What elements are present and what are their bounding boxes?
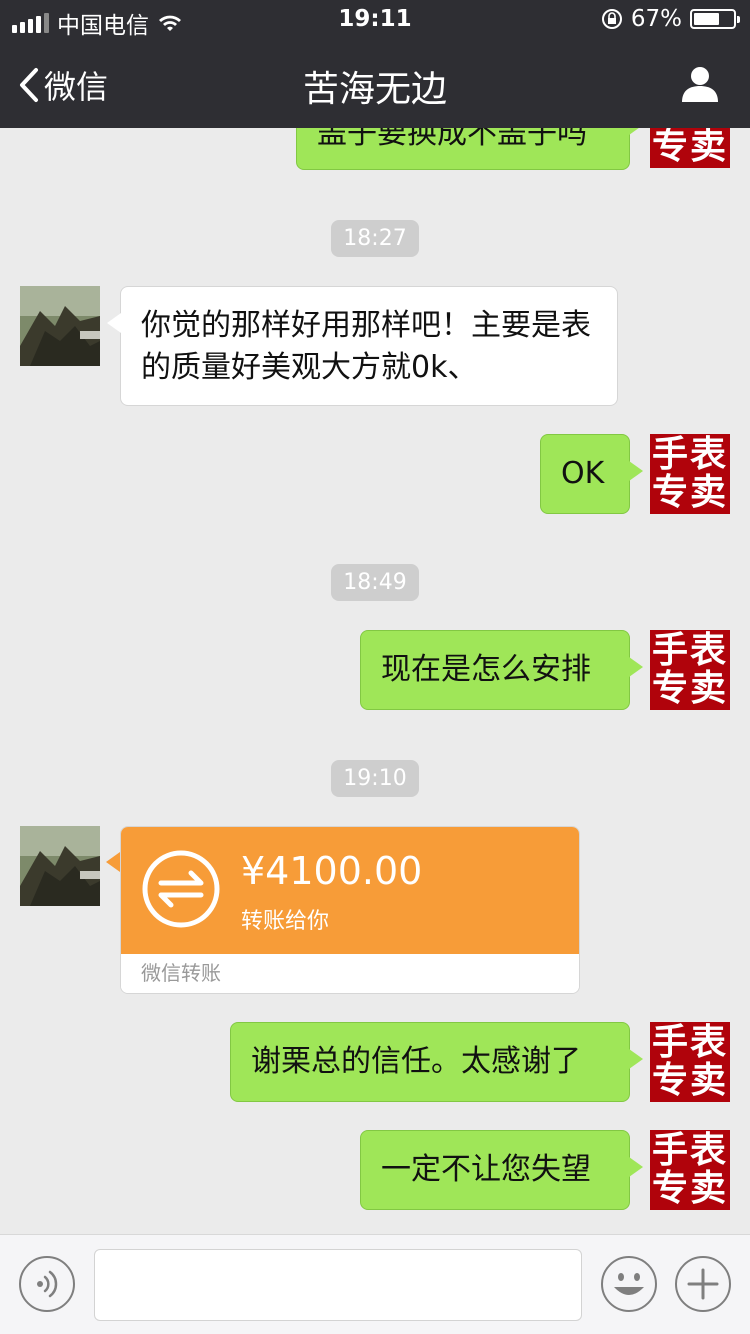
my-avatar[interactable]: 手表专卖 xyxy=(650,1130,730,1210)
contact-avatar[interactable] xyxy=(20,826,100,906)
smile-icon[interactable] xyxy=(600,1255,658,1313)
chevron-left-icon xyxy=(20,68,38,102)
message-input[interactable] xyxy=(94,1249,582,1321)
plus-icon[interactable] xyxy=(674,1255,732,1313)
back-label: 微信 xyxy=(44,68,109,106)
status-bar: 中国电信 19:11 67% xyxy=(0,0,750,40)
battery-icon xyxy=(690,9,740,29)
rotation-lock-icon xyxy=(601,9,622,29)
input-bar xyxy=(0,1234,750,1334)
transfer-card[interactable]: ¥4100.00 转账给你 微信转账 xyxy=(120,826,580,994)
timestamp: 18:27 xyxy=(0,220,750,257)
transfer-amount: ¥4100.00 xyxy=(241,849,423,893)
transfer-arrows-icon xyxy=(142,850,220,928)
back-button[interactable]: 微信 xyxy=(18,62,108,108)
person-icon[interactable] xyxy=(680,64,720,104)
my-avatar[interactable]: 手表专卖 xyxy=(650,434,730,514)
transfer-note: 转账给你 xyxy=(241,909,330,934)
transfer-footer: 微信转账 xyxy=(121,954,579,993)
message-bubble-sent[interactable]: 现在是怎么安排 xyxy=(360,630,643,710)
bubble-pointer xyxy=(106,852,120,872)
message-bubble-sent[interactable]: 谢栗总的信任。太感谢了 xyxy=(230,1022,643,1102)
timestamp: 19:10 xyxy=(0,760,750,797)
chat-list[interactable]: 盖子要换成不盖子吗 手表专卖 18:27 你觉的那样好用那样吧！主要是表的质量好… xyxy=(0,128,750,1234)
timestamp: 18:49 xyxy=(0,564,750,601)
message-bubble-received[interactable]: 你觉的那样好用那样吧！主要是表的质量好美观大方就0k、 xyxy=(107,286,618,406)
message-bubble-sent[interactable]: 一定不让您失望 xyxy=(360,1130,643,1210)
nav-bar: 微信 苦海无边 xyxy=(0,40,750,128)
message-bubble-sent[interactable]: OK xyxy=(540,434,643,514)
my-avatar[interactable]: 手表专卖 xyxy=(650,128,730,168)
top-header: 中国电信 19:11 67% 微信 苦海无边 xyxy=(0,0,750,128)
battery-percent: 67% xyxy=(630,6,682,32)
my-avatar[interactable]: 手表专卖 xyxy=(650,1022,730,1102)
message-bubble-sent[interactable]: 盖子要换成不盖子吗 xyxy=(296,128,643,170)
contact-avatar[interactable] xyxy=(20,286,100,366)
chat-title: 苦海无边 xyxy=(302,69,447,110)
my-avatar[interactable]: 手表专卖 xyxy=(650,630,730,710)
status-right: 67% xyxy=(601,6,740,32)
transfer-card-body: ¥4100.00 转账给你 xyxy=(121,827,579,954)
voice-icon[interactable] xyxy=(18,1255,76,1313)
